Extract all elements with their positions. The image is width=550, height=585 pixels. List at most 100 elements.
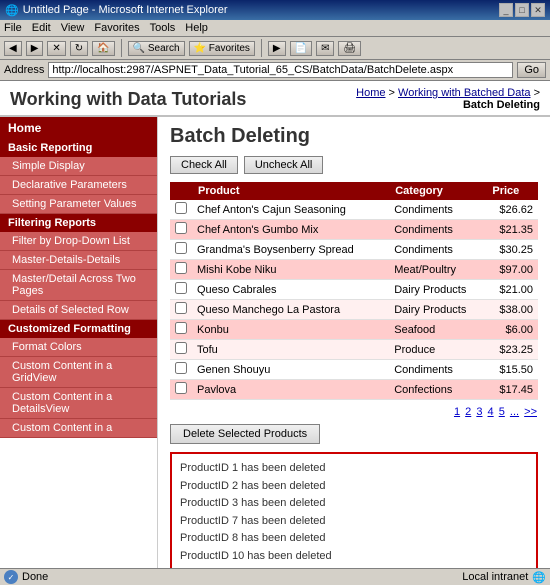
breadcrumb: Home > Working with Batched Data > Batch… bbox=[356, 87, 540, 111]
cell-price: $21.00 bbox=[486, 280, 538, 300]
breadcrumb-section[interactable]: Working with Batched Data bbox=[398, 87, 530, 99]
sidebar-item-custom-gridview[interactable]: Custom Content in a GridView bbox=[0, 357, 157, 388]
sidebar-item-custom-content[interactable]: Custom Content in a bbox=[0, 419, 157, 438]
sidebar-item-simple-display[interactable]: Simple Display bbox=[0, 157, 157, 176]
row-checkbox[interactable] bbox=[175, 282, 187, 294]
table-row: Chef Anton's Gumbo Mix Condiments $21.35 bbox=[170, 220, 538, 240]
back-button[interactable]: ◀ bbox=[4, 41, 22, 56]
main-content: Batch Deleting Check All Uncheck All Pro… bbox=[158, 117, 550, 581]
address-label: Address bbox=[4, 64, 44, 76]
page-2[interactable]: 2 bbox=[465, 406, 471, 418]
cell-product: Tofu bbox=[192, 340, 389, 360]
mail-button[interactable]: ✉ bbox=[316, 41, 334, 56]
page-1[interactable]: 1 bbox=[454, 406, 460, 418]
row-checkbox[interactable] bbox=[175, 262, 187, 274]
uncheck-all-button[interactable]: Uncheck All bbox=[244, 156, 323, 174]
row-checkbox[interactable] bbox=[175, 322, 187, 334]
toolbar-separator bbox=[121, 39, 122, 57]
breadcrumb-current: Batch Deleting bbox=[463, 99, 540, 111]
sidebar-item-custom-detailsview[interactable]: Custom Content in a DetailsView bbox=[0, 388, 157, 419]
home-nav-button[interactable]: 🏠 bbox=[92, 41, 114, 56]
deletion-log-entry: ProductID 1 has been deleted bbox=[180, 460, 528, 478]
favorites-button[interactable]: ⭐ Favorites bbox=[189, 41, 255, 56]
row-checkbox[interactable] bbox=[175, 222, 187, 234]
sidebar-home[interactable]: Home bbox=[0, 117, 157, 139]
title-bar: 🌐 Untitled Page - Microsoft Internet Exp… bbox=[0, 0, 550, 20]
page-3[interactable]: 3 bbox=[476, 406, 482, 418]
sidebar-item-master-details[interactable]: Master-Details-Details bbox=[0, 251, 157, 270]
col-header-category: Category bbox=[389, 182, 486, 200]
menu-view[interactable]: View bbox=[61, 22, 85, 34]
sidebar-item-declarative-parameters[interactable]: Declarative Parameters bbox=[0, 176, 157, 195]
sidebar-item-setting-parameters[interactable]: Setting Parameter Values bbox=[0, 195, 157, 214]
row-checkbox[interactable] bbox=[175, 382, 187, 394]
address-input[interactable] bbox=[48, 62, 513, 78]
go-button[interactable]: Go bbox=[517, 62, 546, 78]
check-all-button[interactable]: Check All bbox=[170, 156, 238, 174]
history-button[interactable]: 📄 bbox=[290, 41, 312, 56]
page-5[interactable]: 5 bbox=[499, 406, 505, 418]
menu-file[interactable]: File bbox=[4, 22, 22, 34]
address-bar: Address Go bbox=[0, 60, 550, 81]
col-header-checkbox bbox=[170, 182, 192, 200]
status-bar: ✓ Done Local intranet 🌐 bbox=[0, 568, 550, 585]
breadcrumb-home[interactable]: Home bbox=[356, 87, 385, 99]
menu-bar: File Edit View Favorites Tools Help bbox=[0, 20, 550, 37]
menu-favorites[interactable]: Favorites bbox=[94, 22, 139, 34]
window-title: Untitled Page - Microsoft Internet Explo… bbox=[23, 4, 228, 16]
media-button[interactable]: ▶ bbox=[268, 41, 286, 56]
sidebar-section-customized[interactable]: Customized Formatting bbox=[0, 320, 157, 338]
cell-product: Queso Manchego La Pastora bbox=[192, 300, 389, 320]
toolbar-separator-2 bbox=[261, 39, 262, 57]
close-button[interactable]: ✕ bbox=[531, 3, 545, 17]
table-row: Queso Cabrales Dairy Products $21.00 bbox=[170, 280, 538, 300]
page-4[interactable]: 4 bbox=[488, 406, 494, 418]
page-next[interactable]: >> bbox=[524, 406, 537, 418]
row-checkbox[interactable] bbox=[175, 242, 187, 254]
cell-price: $15.50 bbox=[486, 360, 538, 380]
minimize-button[interactable]: _ bbox=[499, 3, 513, 17]
site-title: Working with Data Tutorials bbox=[10, 89, 246, 110]
sidebar-section-filtering[interactable]: Filtering Reports bbox=[0, 214, 157, 232]
row-checkbox[interactable] bbox=[175, 302, 187, 314]
col-header-price: Price bbox=[486, 182, 538, 200]
page-ellipsis[interactable]: ... bbox=[510, 406, 519, 418]
cell-product: Grandma's Boysenberry Spread bbox=[192, 240, 389, 260]
main-area: Home Basic Reporting Simple Display Decl… bbox=[0, 117, 550, 581]
delete-selected-button[interactable]: Delete Selected Products bbox=[170, 424, 320, 444]
deletion-log-entry: ProductID 3 has been deleted bbox=[180, 495, 528, 513]
page-content: Working with Data Tutorials Home > Worki… bbox=[0, 81, 550, 581]
cell-price: $21.35 bbox=[486, 220, 538, 240]
cell-category: Condiments bbox=[389, 240, 486, 260]
cell-category: Condiments bbox=[389, 200, 486, 220]
cell-category: Dairy Products bbox=[389, 280, 486, 300]
row-checkbox[interactable] bbox=[175, 342, 187, 354]
cell-category: Dairy Products bbox=[389, 300, 486, 320]
print-button[interactable]: 🖨 bbox=[338, 41, 361, 56]
cell-price: $23.25 bbox=[486, 340, 538, 360]
sidebar-item-master-detail-two-pages[interactable]: Master/Detail Across Two Pages bbox=[0, 270, 157, 301]
sidebar-section-basic[interactable]: Basic Reporting bbox=[0, 139, 157, 157]
deletion-log-entry: ProductID 8 has been deleted bbox=[180, 530, 528, 548]
menu-tools[interactable]: Tools bbox=[150, 22, 176, 34]
sidebar-item-format-colors[interactable]: Format Colors bbox=[0, 338, 157, 357]
menu-edit[interactable]: Edit bbox=[32, 22, 51, 34]
cell-price: $30.25 bbox=[486, 240, 538, 260]
row-checkbox[interactable] bbox=[175, 202, 187, 214]
cell-product: Queso Cabrales bbox=[192, 280, 389, 300]
row-checkbox[interactable] bbox=[175, 362, 187, 374]
zone-text: Local intranet bbox=[462, 571, 528, 583]
sidebar-item-details-selected-row[interactable]: Details of Selected Row bbox=[0, 301, 157, 320]
search-button[interactable]: 🔍 Search bbox=[128, 41, 185, 56]
stop-button[interactable]: ✕ bbox=[47, 41, 65, 56]
col-header-product: Product bbox=[192, 182, 389, 200]
sidebar-item-filter-dropdown[interactable]: Filter by Drop-Down List bbox=[0, 232, 157, 251]
zone-icon: 🌐 bbox=[532, 571, 546, 584]
table-row: Konbu Seafood $6.00 bbox=[170, 320, 538, 340]
deletion-log-entry: ProductID 7 has been deleted bbox=[180, 513, 528, 531]
cell-category: Produce bbox=[389, 340, 486, 360]
refresh-button[interactable]: ↻ bbox=[70, 41, 88, 56]
maximize-button[interactable]: □ bbox=[515, 3, 529, 17]
menu-help[interactable]: Help bbox=[185, 22, 208, 34]
forward-button[interactable]: ▶ bbox=[26, 41, 44, 56]
